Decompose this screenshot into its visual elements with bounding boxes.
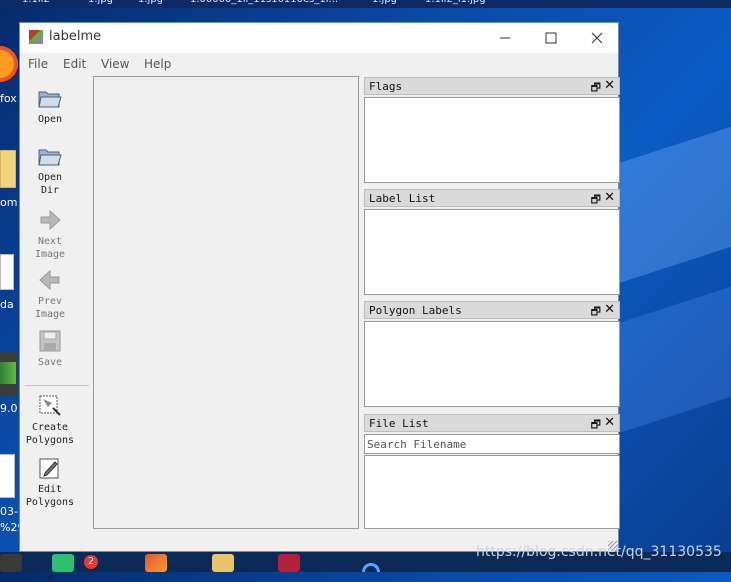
desktop-icon-folder[interactable] xyxy=(0,150,16,188)
file-list-dock: File List 🗗 ✕ xyxy=(364,414,620,529)
desktop-icon-app[interactable] xyxy=(0,352,18,396)
desktop-icon-label: om xyxy=(0,196,18,209)
flags-dock-title: Flags xyxy=(369,80,403,93)
menu-file[interactable]: File xyxy=(28,57,48,71)
close-button[interactable] xyxy=(574,23,620,53)
desktop-filename-label: 1.jpg xyxy=(372,0,397,5)
file-list-dock-header[interactable]: File List 🗗 ✕ xyxy=(364,414,620,432)
next-image-label-line1: Next xyxy=(37,236,63,247)
label-list-dock: Label List 🗗 ✕ xyxy=(364,189,620,295)
polygon-labels-dock-header[interactable]: Polygon Labels 🗗 ✕ xyxy=(364,301,620,319)
label-list-dock-title: Label List xyxy=(369,192,436,205)
desktop-filename-label: 1.1ii2 xyxy=(22,0,50,5)
labelme-window: labelme File Edit View Help Open Open Di… xyxy=(19,22,620,582)
open-dir-button[interactable]: Open Dir xyxy=(21,144,79,197)
wallpaper-light-beam xyxy=(610,114,731,286)
file-list[interactable] xyxy=(364,455,620,529)
dock-close-icon[interactable]: ✕ xyxy=(604,190,615,205)
taskbar-app-icon[interactable] xyxy=(278,554,300,572)
prev-image-label-line2: Image xyxy=(34,309,66,320)
desktop-icon-file[interactable] xyxy=(0,254,14,290)
open-folder-icon xyxy=(38,91,62,108)
dock-float-icon[interactable]: 🗗 xyxy=(591,79,601,98)
desktop-icon-document[interactable] xyxy=(0,454,15,498)
close-icon xyxy=(591,32,603,44)
title-bar[interactable]: labelme xyxy=(20,23,618,53)
watermark-text: https://blog.csdn.net/qq_31130535 xyxy=(476,544,722,560)
maximize-icon xyxy=(545,32,557,44)
labelme-app-icon xyxy=(29,30,43,44)
desktop-icon-label: da xyxy=(0,298,14,311)
maximize-button[interactable] xyxy=(528,23,574,53)
save-icon xyxy=(39,330,61,352)
desktop-filename-label: 1.1ii2_i1.jpg xyxy=(425,0,486,5)
prev-image-button[interactable]: Prev Image xyxy=(21,268,79,321)
desktop-top-strip: 1.1ii2 1.jpg 1.jpg 1.00000_1ii_11s10110es_1… xyxy=(0,0,731,8)
open-dir-label-line2: Dir xyxy=(40,185,60,196)
open-button[interactable]: Open xyxy=(21,86,79,126)
wallpaper-light-beam xyxy=(610,274,731,436)
image-canvas[interactable] xyxy=(93,76,359,529)
desktop-icon-label: 9.0 xyxy=(0,402,18,415)
edit-polygons-label-line1: Edit xyxy=(37,484,63,495)
dock-close-icon[interactable]: ✕ xyxy=(604,78,615,93)
notification-badge: 2 xyxy=(84,555,98,569)
desktop-filename-label: 1.00000_1ii_11s10110es_1i... xyxy=(190,0,338,5)
file-list-dock-title: File List xyxy=(369,417,429,430)
label-list[interactable] xyxy=(364,209,620,295)
dock-close-icon[interactable]: ✕ xyxy=(604,415,615,430)
create-polygons-label-line2: Polygons xyxy=(25,435,75,446)
arrow-left-icon xyxy=(39,269,60,291)
arrow-right-icon xyxy=(40,209,61,231)
desktop-filename-label: 1.jpg xyxy=(88,0,113,5)
polygon-labels-dock: Polygon Labels 🗗 ✕ xyxy=(364,301,620,407)
polygon-labels-dock-title: Polygon Labels xyxy=(369,304,462,317)
desktop-icon-label: fox xyxy=(0,92,17,105)
taskbar-folder-icon[interactable] xyxy=(212,554,234,572)
minimize-button[interactable] xyxy=(482,23,528,53)
edit-polygons-button[interactable]: Edit Polygons xyxy=(21,456,79,509)
menu-view[interactable]: View xyxy=(101,57,129,71)
flags-dock-header[interactable]: Flags 🗗 ✕ xyxy=(364,77,620,95)
dock-close-icon[interactable]: ✕ xyxy=(604,302,615,317)
next-image-button[interactable]: Next Image xyxy=(21,208,79,261)
edit-polygons-label-line2: Polygons xyxy=(25,497,75,508)
save-button[interactable]: Save xyxy=(21,329,79,369)
desktop-icon-label: 03- xyxy=(0,505,18,518)
desktop-icon-firefox[interactable] xyxy=(0,42,18,86)
app-installer-icon xyxy=(0,362,16,384)
prev-image-label-line1: Prev xyxy=(37,296,63,307)
dock-float-icon[interactable]: 🗗 xyxy=(591,416,601,435)
dock-float-icon[interactable]: 🗗 xyxy=(591,191,601,210)
taskbar-app-icon[interactable] xyxy=(52,554,74,572)
tool-bar: Open Open Dir Next Image Prev Image Save… xyxy=(21,76,91,582)
taskbar-app-icon[interactable] xyxy=(145,554,167,572)
menu-bar: File Edit View Help xyxy=(20,53,618,75)
toolbar-separator xyxy=(25,385,89,386)
edit-pencil-icon xyxy=(39,458,59,479)
flags-dock: Flags 🗗 ✕ xyxy=(364,77,620,183)
create-polygons-button[interactable]: Create Polygons xyxy=(21,394,79,447)
desktop-filename-label: 1.jpg xyxy=(138,0,163,5)
open-label: Open xyxy=(37,114,63,125)
open-dir-icon xyxy=(38,149,62,166)
save-label: Save xyxy=(37,357,63,368)
toolbar-extension-chevron-icon[interactable]: » xyxy=(44,575,57,582)
label-list-dock-header[interactable]: Label List 🗗 ✕ xyxy=(364,189,620,207)
create-polygon-icon xyxy=(39,395,61,416)
next-image-label-line2: Image xyxy=(34,249,66,260)
create-polygons-label-line1: Create xyxy=(31,422,69,433)
search-filename-input[interactable] xyxy=(364,434,620,454)
polygon-labels-list[interactable] xyxy=(364,321,620,407)
open-dir-label-line1: Open xyxy=(37,172,63,183)
menu-edit[interactable]: Edit xyxy=(63,57,86,71)
window-title: labelme xyxy=(49,29,102,44)
dock-float-icon[interactable]: 🗗 xyxy=(591,303,601,322)
taskbar-wifi-icon[interactable] xyxy=(360,554,382,572)
flags-list[interactable] xyxy=(364,97,620,183)
menu-help[interactable]: Help xyxy=(144,57,171,71)
minimize-icon xyxy=(500,37,510,39)
taskbar-app-icon[interactable] xyxy=(0,554,22,572)
